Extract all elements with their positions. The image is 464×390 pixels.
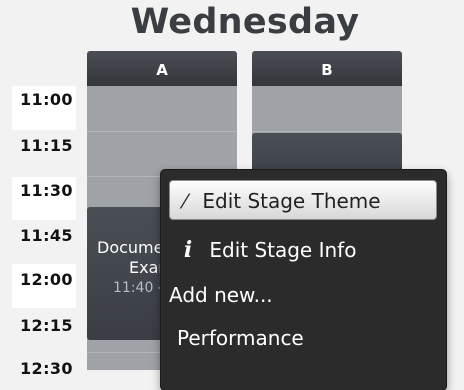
time-label: 12:00	[20, 270, 73, 289]
menu-item-label: Performance	[177, 326, 304, 350]
menu-item-label: Add new...	[169, 283, 273, 307]
grid-line	[87, 131, 237, 132]
time-label: 11:00	[20, 90, 73, 109]
menu-item-performance[interactable]: Performance	[177, 320, 304, 356]
time-label: 12:15	[20, 316, 73, 335]
paintbrush-icon: ⁄	[183, 189, 187, 213]
day-title: Wednesday	[130, 2, 360, 42]
time-label: 11:45	[20, 226, 73, 245]
time-label: 11:30	[20, 181, 73, 200]
stage-header-b[interactable]: B	[252, 51, 402, 86]
menu-item-label: Edit Stage Info	[209, 238, 357, 262]
menu-item-edit-stage-theme[interactable]: ⁄ Edit Stage Theme	[169, 180, 437, 220]
menu-item-edit-stage-info[interactable]: i Edit Stage Info	[177, 232, 357, 268]
stage-header-a[interactable]: A	[87, 51, 237, 86]
time-label: 11:15	[20, 136, 73, 155]
menu-item-label: Edit Stage Theme	[202, 189, 381, 213]
context-menu: ⁄ Edit Stage Theme i Edit Stage Info Add…	[161, 170, 446, 390]
grid-line	[252, 131, 402, 132]
info-icon: i	[183, 237, 193, 263]
menu-item-add-new[interactable]: Add new...	[169, 277, 273, 313]
time-label: 12:30	[20, 359, 73, 378]
